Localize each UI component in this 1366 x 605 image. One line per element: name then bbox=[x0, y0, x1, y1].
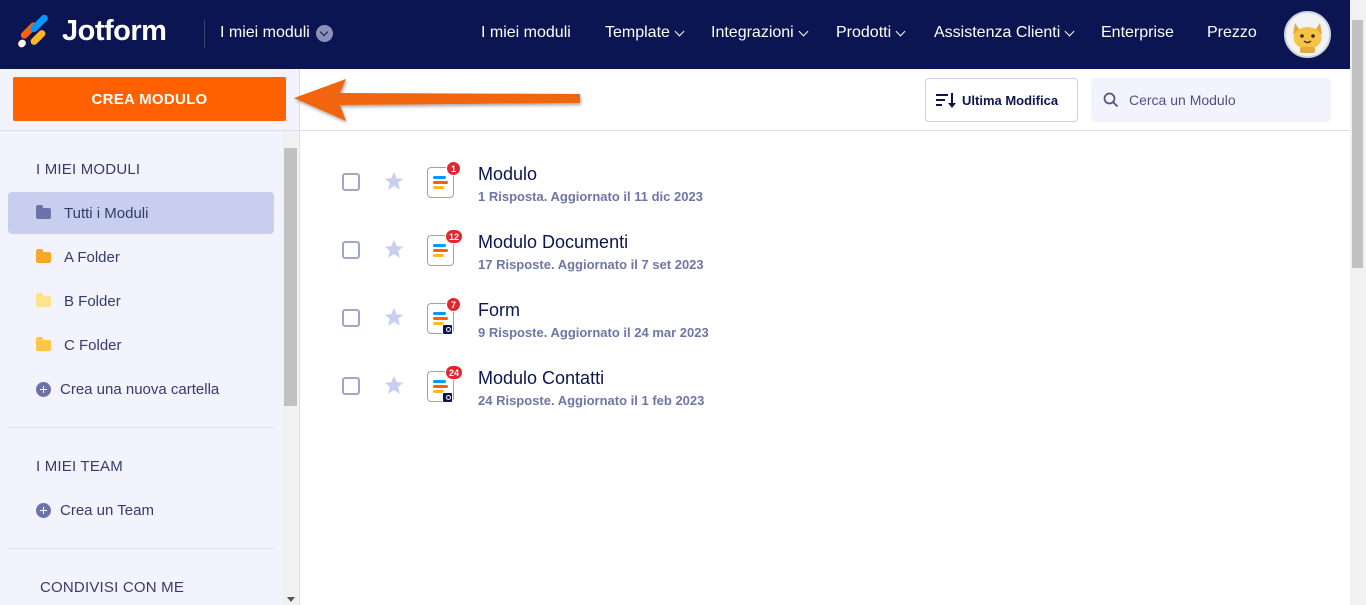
sort-icon bbox=[936, 93, 956, 108]
create-team-label: Crea un Team bbox=[60, 501, 154, 519]
page-scrollbar[interactable] bbox=[1350, 0, 1366, 605]
lock-icon bbox=[442, 392, 453, 403]
sort-label: Ultima Modifica bbox=[962, 92, 1059, 108]
nav-label: Enterprise bbox=[1101, 24, 1174, 41]
lock-icon bbox=[442, 324, 453, 335]
sidebar-item-label: A Folder bbox=[64, 248, 120, 266]
form-meta: 9 Risposte. Aggiornato il 24 mar 2023 bbox=[478, 325, 709, 340]
form-checkbox[interactable] bbox=[342, 173, 360, 191]
top-navigation-bar: Jotform I miei moduli I miei moduli Temp… bbox=[0, 0, 1350, 69]
sidebar-scrollbar[interactable] bbox=[283, 131, 298, 605]
search-icon bbox=[1103, 92, 1119, 108]
sidebar-item-label: B Folder bbox=[64, 292, 121, 310]
form-title[interactable]: Form bbox=[478, 300, 520, 321]
form-meta: 17 Risposte. Aggiornato il 7 set 2023 bbox=[478, 257, 704, 272]
sidebar-item-label: Tutti i Moduli bbox=[64, 204, 149, 222]
sidebar-item-label: C Folder bbox=[64, 336, 122, 354]
my-teams-section-title: I MIEI TEAM bbox=[36, 458, 123, 475]
nav-my-modules[interactable]: I miei moduli bbox=[481, 24, 571, 42]
form-title[interactable]: Modulo Documenti bbox=[478, 232, 628, 253]
sidebar-item-all-forms[interactable]: Tutti i Moduli bbox=[8, 192, 274, 234]
folder-icon bbox=[36, 292, 51, 307]
jotform-logo[interactable]: Jotform bbox=[16, 13, 167, 49]
form-checkbox[interactable] bbox=[342, 241, 360, 259]
form-row[interactable]: 1 Modulo 1 Risposta. Aggiornato il 11 di… bbox=[300, 148, 1350, 216]
page-scrollbar-thumb[interactable] bbox=[1352, 20, 1363, 268]
chevron-down-icon bbox=[674, 26, 685, 36]
sort-button[interactable]: Ultima Modifica bbox=[925, 78, 1078, 122]
unread-badge: 7 bbox=[446, 297, 461, 312]
create-folder-label: Crea una nuova cartella bbox=[60, 380, 220, 398]
form-row[interactable]: 12 Modulo Documenti 17 Risposte. Aggiorn… bbox=[300, 216, 1350, 284]
chevron-down-icon bbox=[1064, 26, 1075, 36]
my-forms-section-title: I MIEI MODULI bbox=[36, 161, 141, 178]
chevron-down-icon bbox=[895, 26, 906, 36]
form-meta: 24 Risposte. Aggiornato il 1 feb 2023 bbox=[478, 393, 705, 408]
sidebar-divider bbox=[0, 130, 299, 131]
form-title[interactable]: Modulo bbox=[478, 164, 537, 185]
form-row[interactable]: 7 Form 9 Risposte. Aggiornato il 24 mar … bbox=[300, 284, 1350, 352]
search-input[interactable] bbox=[1129, 92, 1319, 108]
nav-enterprise[interactable]: Enterprise bbox=[1101, 24, 1174, 42]
brand-name: Jotform bbox=[62, 14, 167, 47]
sidebar: CREA MODULO I MIEI MODULI Tutti i Moduli… bbox=[0, 69, 300, 605]
create-team-button[interactable]: Crea un Team bbox=[8, 489, 274, 531]
unread-badge: 1 bbox=[446, 161, 461, 176]
nav-label: Integrazioni bbox=[711, 24, 794, 41]
sidebar-item-c-folder[interactable]: C Folder bbox=[8, 324, 274, 366]
star-icon[interactable] bbox=[383, 170, 405, 192]
search-box[interactable] bbox=[1091, 78, 1331, 122]
jotform-logo-icon bbox=[16, 13, 50, 49]
nav-label: I miei moduli bbox=[481, 24, 571, 41]
nav-divider bbox=[204, 20, 205, 48]
nav-support[interactable]: Assistenza Clienti bbox=[934, 24, 1075, 42]
nav-template[interactable]: Template bbox=[605, 24, 685, 42]
nav-label: Prodotti bbox=[836, 24, 892, 41]
form-meta: 1 Risposta. Aggiornato il 11 dic 2023 bbox=[478, 189, 703, 204]
context-label: I miei moduli bbox=[220, 24, 310, 41]
sidebar-item-a-folder[interactable]: A Folder bbox=[8, 236, 274, 278]
unread-badge: 24 bbox=[445, 365, 464, 380]
user-avatar[interactable] bbox=[1284, 11, 1331, 58]
star-icon[interactable] bbox=[383, 374, 405, 396]
form-checkbox[interactable] bbox=[342, 377, 360, 395]
chevron-down-icon bbox=[798, 26, 809, 36]
chevron-down-icon bbox=[315, 24, 333, 42]
content-divider bbox=[300, 130, 1350, 131]
annotation-arrow bbox=[294, 79, 580, 121]
unread-badge: 12 bbox=[445, 229, 464, 244]
folder-icon bbox=[36, 336, 51, 351]
create-form-button[interactable]: CREA MODULO bbox=[13, 77, 286, 121]
folder-icon bbox=[36, 248, 51, 263]
cat-avatar-icon bbox=[1293, 23, 1322, 53]
sidebar-scrollbar-thumb[interactable] bbox=[284, 148, 297, 406]
form-title[interactable]: Modulo Contatti bbox=[478, 368, 604, 389]
scroll-down-arrow-icon[interactable] bbox=[287, 597, 295, 602]
shared-section-title: CONDIVISI CON ME bbox=[40, 579, 185, 596]
nav-label: Prezzo bbox=[1207, 24, 1257, 41]
sidebar-divider bbox=[8, 427, 274, 428]
plus-circle-icon bbox=[36, 381, 51, 397]
form-checkbox[interactable] bbox=[342, 309, 360, 327]
star-icon[interactable] bbox=[383, 238, 405, 260]
star-icon[interactable] bbox=[383, 306, 405, 328]
sidebar-item-b-folder[interactable]: B Folder bbox=[8, 280, 274, 322]
create-folder-button[interactable]: Crea una nuova cartella bbox=[8, 368, 274, 410]
nav-integrations[interactable]: Integrazioni bbox=[711, 24, 809, 42]
plus-circle-icon bbox=[36, 502, 51, 518]
context-switcher[interactable]: I miei moduli bbox=[220, 24, 333, 42]
nav-label: Assistenza Clienti bbox=[934, 24, 1061, 41]
nav-products[interactable]: Prodotti bbox=[836, 24, 906, 42]
form-row[interactable]: 24 Modulo Contatti 24 Risposte. Aggiorna… bbox=[300, 352, 1350, 420]
folder-icon bbox=[36, 204, 51, 219]
sidebar-divider bbox=[8, 548, 274, 549]
nav-label: Template bbox=[605, 24, 670, 41]
nav-pricing[interactable]: Prezzo bbox=[1207, 24, 1257, 42]
